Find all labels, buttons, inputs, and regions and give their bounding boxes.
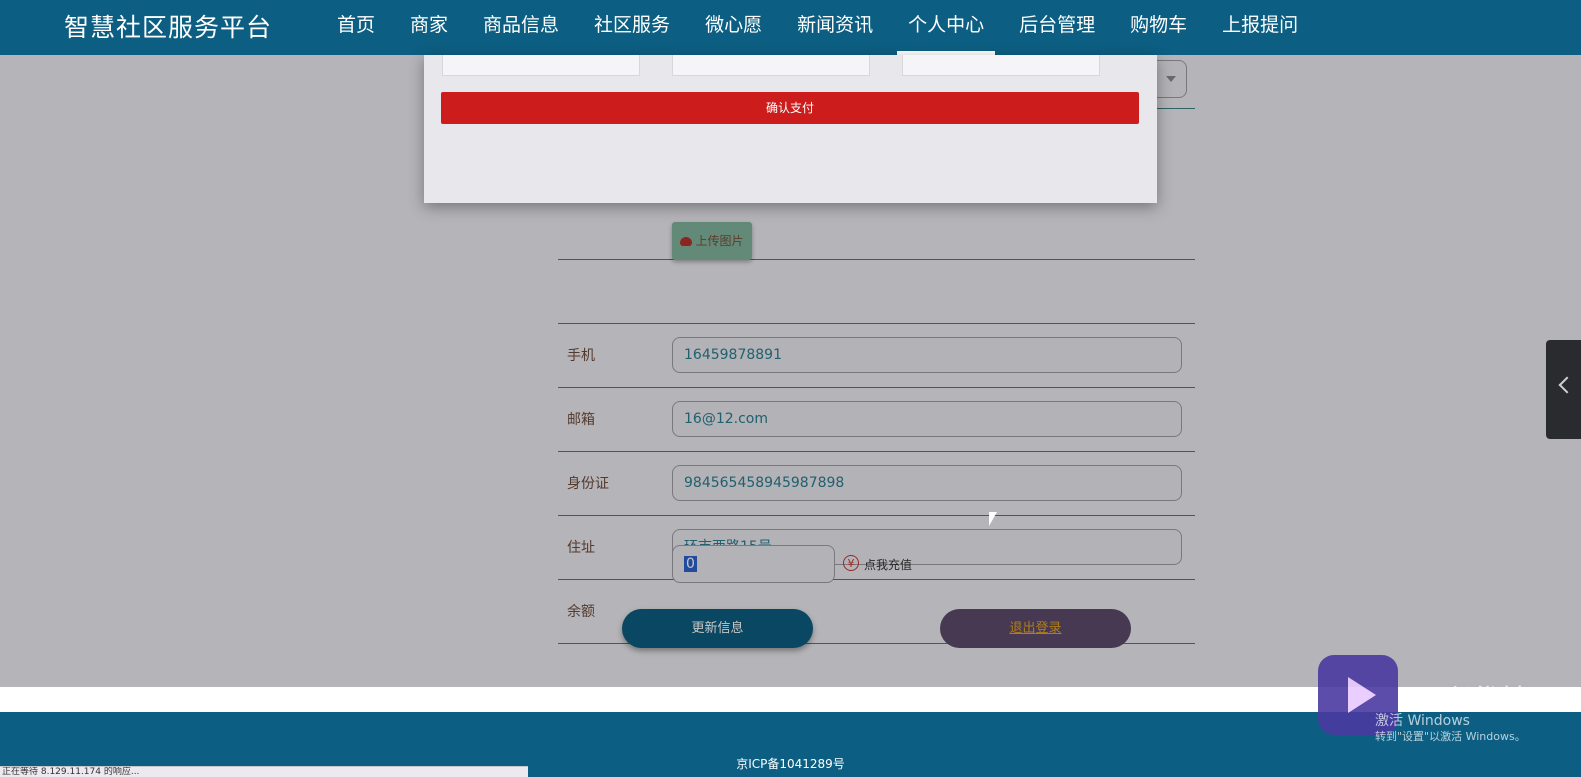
browser-status-bar: 正在等待 8.129.11.174 的响应...	[0, 766, 528, 777]
modal-field[interactable]	[902, 55, 1100, 76]
mouse-cursor-icon	[989, 512, 997, 526]
top-navbar: 智慧社区服务平台 首页 商家 商品信息 社区服务 微心愿 新闻资讯 个人中心 后…	[0, 0, 1581, 55]
nav-admin[interactable]: 后台管理	[1008, 0, 1106, 55]
nav-community-services[interactable]: 社区服务	[583, 0, 681, 55]
modal-field[interactable]	[442, 55, 640, 76]
side-drawer-tab[interactable]	[1546, 340, 1581, 439]
site-brand[interactable]: 智慧社区服务平台	[64, 8, 272, 44]
nav-cart[interactable]: 购物车	[1119, 0, 1198, 55]
nav-home[interactable]: 首页	[326, 0, 386, 55]
main-nav: 首页 商家 商品信息 社区服务 微心愿 新闻资讯 个人中心 后台管理 购物车 上…	[326, 0, 1322, 55]
windows-activation-subtitle: 转到"设置"以激活 Windows。	[1375, 730, 1526, 743]
nav-products[interactable]: 商品信息	[472, 0, 570, 55]
nav-merchants[interactable]: 商家	[399, 0, 459, 55]
nav-personal-center[interactable]: 个人中心	[897, 0, 996, 55]
nav-report-question[interactable]: 上报提问	[1211, 0, 1309, 55]
modal-field[interactable]	[672, 55, 870, 76]
nav-wishes[interactable]: 微心愿	[694, 0, 773, 55]
confirm-payment-button[interactable]: 确认支付	[441, 92, 1139, 124]
payment-modal: 确认支付	[424, 55, 1157, 203]
chevron-left-icon	[1558, 376, 1576, 394]
windows-activation-title: 激活 Windows	[1375, 713, 1470, 729]
nav-news[interactable]: 新闻资讯	[786, 0, 884, 55]
